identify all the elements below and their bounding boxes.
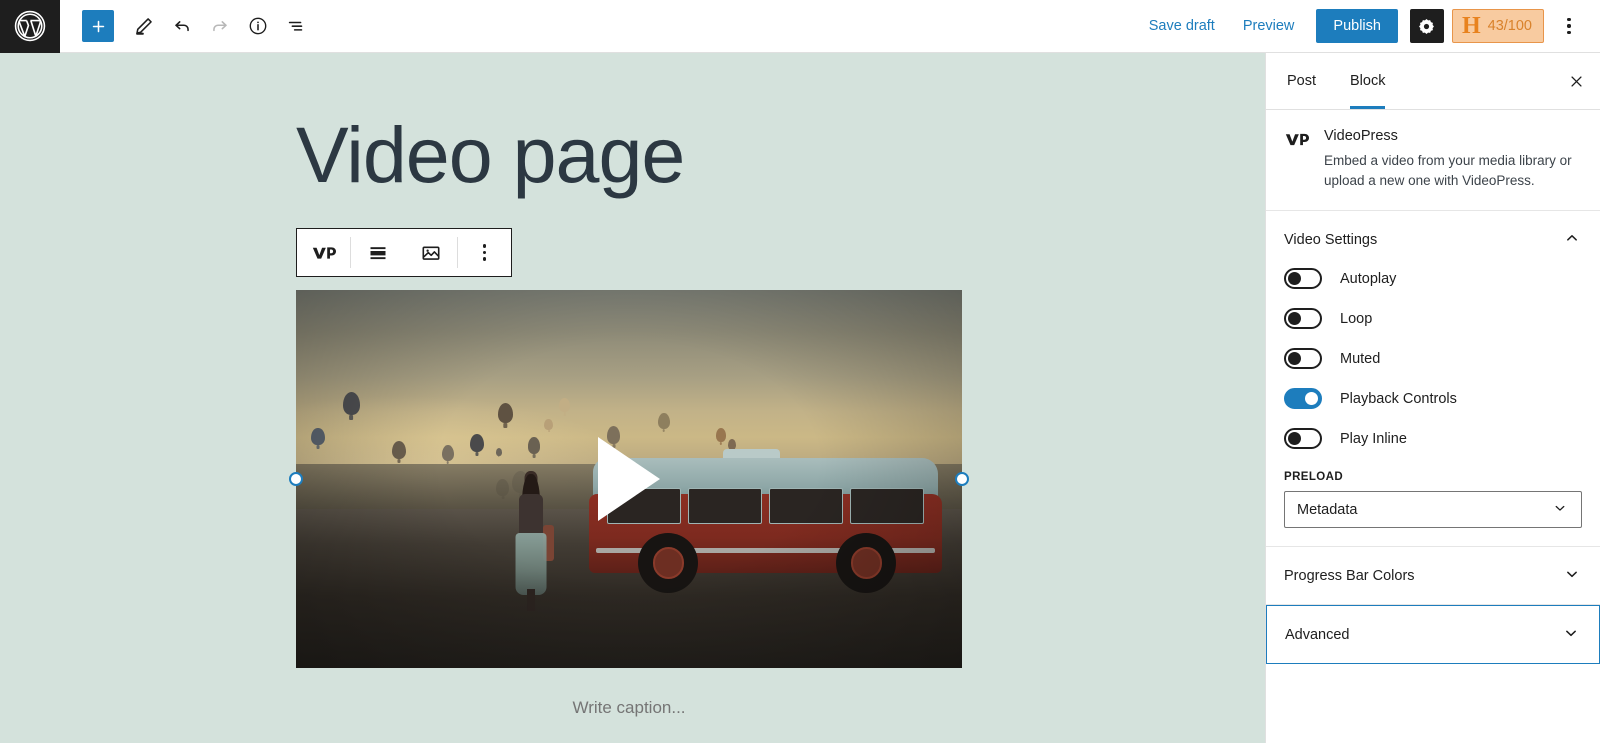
save-draft-button[interactable]: Save draft bbox=[1135, 10, 1229, 42]
wordpress-block-editor: Save draft Preview Publish H 43/100 Vide… bbox=[0, 0, 1600, 743]
seo-badge-letter: H bbox=[1461, 13, 1481, 39]
toggle-playback-controls[interactable] bbox=[1284, 388, 1322, 410]
align-center-icon[interactable] bbox=[351, 229, 404, 276]
panel-title: Video Settings bbox=[1284, 231, 1378, 248]
tab-block[interactable]: Block bbox=[1333, 53, 1402, 109]
toggle-label: Playback Controls bbox=[1340, 390, 1457, 407]
header-tools-group bbox=[60, 8, 314, 44]
wordpress-logo-icon[interactable] bbox=[0, 0, 60, 53]
block-description: Embed a video from your media library or… bbox=[1324, 153, 1572, 188]
kebab-menu-icon[interactable] bbox=[1552, 8, 1586, 44]
panel-video-settings-header[interactable]: Video Settings bbox=[1266, 211, 1600, 268]
settings-sidebar: Post Block VideoPress Embed a video from… bbox=[1265, 53, 1600, 743]
play-triangle-icon[interactable] bbox=[598, 437, 660, 521]
redo-button[interactable] bbox=[202, 8, 238, 44]
setting-muted[interactable]: Muted bbox=[1284, 348, 1582, 370]
panel-title: Progress Bar Colors bbox=[1284, 567, 1415, 584]
preload-value: Metadata bbox=[1297, 501, 1358, 518]
preload-label: PRELOAD bbox=[1284, 471, 1344, 484]
toggle-play-inline[interactable] bbox=[1284, 428, 1322, 450]
panel-advanced-header[interactable]: Advanced bbox=[1267, 606, 1599, 663]
toggle-label: Autoplay bbox=[1340, 270, 1397, 287]
undo-button[interactable] bbox=[164, 8, 200, 44]
sidebar-tabs: Post Block bbox=[1266, 53, 1600, 110]
preload-select[interactable]: Metadata bbox=[1284, 491, 1582, 529]
toggle-muted[interactable] bbox=[1284, 348, 1322, 370]
chevron-up-icon bbox=[1562, 228, 1582, 251]
block-inserter-button[interactable] bbox=[82, 10, 114, 42]
toggle-label: Loop bbox=[1340, 310, 1373, 327]
videopress-block[interactable] bbox=[289, 290, 969, 668]
editor-canvas: Video page Write caption... bbox=[0, 53, 1265, 743]
editor-header: Save draft Preview Publish H 43/100 bbox=[0, 0, 1600, 53]
block-type-videopress-icon[interactable] bbox=[297, 229, 350, 276]
gear-icon[interactable] bbox=[1409, 9, 1444, 43]
seo-score-badge[interactable]: H 43/100 bbox=[1451, 9, 1544, 43]
panel-title: Advanced bbox=[1285, 626, 1350, 643]
tools-edit-button[interactable] bbox=[126, 8, 162, 44]
panel-video-settings: Video Settings Autoplay Loop Muted Playb… bbox=[1266, 211, 1600, 548]
video-poster-frame bbox=[296, 290, 962, 668]
tab-post[interactable]: Post bbox=[1270, 53, 1333, 109]
block-name: VideoPress bbox=[1324, 128, 1398, 144]
chevron-down-icon bbox=[1561, 623, 1581, 646]
publish-button[interactable]: Publish bbox=[1316, 9, 1398, 43]
preview-button[interactable]: Preview bbox=[1229, 10, 1309, 42]
close-icon[interactable] bbox=[1552, 53, 1600, 109]
setting-play-inline[interactable]: Play Inline bbox=[1284, 428, 1582, 450]
chevron-down-icon bbox=[1551, 499, 1569, 521]
toggle-label: Muted bbox=[1340, 350, 1381, 367]
caption-input[interactable]: Write caption... bbox=[296, 698, 962, 718]
details-info-button[interactable] bbox=[240, 8, 276, 44]
block-options-kebab-icon[interactable] bbox=[458, 229, 511, 276]
resize-handle-left[interactable] bbox=[289, 472, 303, 486]
list-view-icon[interactable] bbox=[278, 8, 314, 44]
toggle-autoplay[interactable] bbox=[1284, 268, 1322, 290]
videopress-icon bbox=[1284, 128, 1310, 190]
toggle-label: Play Inline bbox=[1340, 430, 1407, 447]
image-icon[interactable] bbox=[404, 229, 457, 276]
setting-autoplay[interactable]: Autoplay bbox=[1284, 268, 1582, 290]
resize-handle-right[interactable] bbox=[955, 472, 969, 486]
block-toolbar bbox=[296, 228, 512, 277]
chevron-down-icon bbox=[1562, 564, 1582, 587]
panel-advanced: Advanced bbox=[1266, 605, 1600, 665]
setting-loop[interactable]: Loop bbox=[1284, 308, 1582, 330]
panel-progress-bar-colors: Progress Bar Colors bbox=[1266, 547, 1600, 606]
panel-progress-bar-colors-header[interactable]: Progress Bar Colors bbox=[1266, 547, 1600, 604]
header-actions-group: Save draft Preview Publish H 43/100 bbox=[1135, 8, 1600, 44]
setting-playback-controls[interactable]: Playback Controls bbox=[1284, 388, 1582, 410]
panel-video-settings-body: Autoplay Loop Muted Playback Controls Pl bbox=[1266, 268, 1600, 546]
page-title[interactable]: Video page bbox=[296, 115, 685, 194]
block-info-card: VideoPress Embed a video from your media… bbox=[1266, 110, 1600, 212]
toggle-loop[interactable] bbox=[1284, 308, 1322, 330]
seo-badge-score: 43/100 bbox=[1487, 18, 1532, 34]
